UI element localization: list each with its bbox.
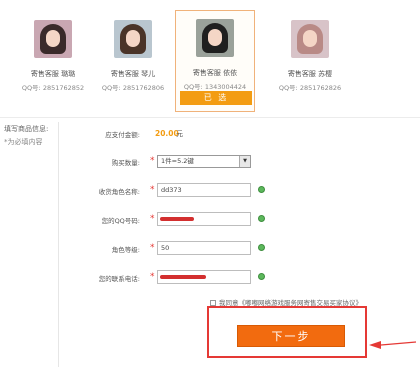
next-step-button[interactable]: 下一步 (237, 325, 345, 347)
agent-name: 寄售客服 璐璐 (30, 70, 76, 78)
valid-check-icon (258, 186, 265, 193)
required-note: *为必填内容 (4, 138, 43, 146)
required-mark: * (150, 156, 155, 166)
level-label: 角色等级: (111, 246, 140, 254)
agent-qq: QQ号: 2851762852 (21, 84, 85, 92)
agent-avatar (34, 20, 72, 58)
agent-card-suying[interactable]: 寄售客服 苏樱 QQ号: 2851762826 (270, 14, 350, 110)
sidebar-divider (58, 122, 59, 367)
level-input[interactable]: 50 (157, 241, 251, 255)
valid-check-icon (258, 273, 265, 280)
qq-label: 您的QQ号码: (101, 217, 140, 225)
amount-label: 应支付金额: (105, 131, 140, 139)
quantity-value: 1件=5.2键 (161, 157, 194, 165)
arrow-left-icon (369, 341, 417, 349)
required-mark: * (150, 243, 155, 253)
agent-avatar (196, 19, 234, 57)
agent-qq: QQ号: 2851762806 (101, 84, 165, 92)
section-divider (0, 117, 420, 118)
quantity-label: 购买数量: (111, 159, 140, 167)
agent-avatar (291, 20, 329, 58)
agent-name: 寄售客服 依依 (192, 69, 238, 77)
redaction-mark (160, 275, 206, 279)
agent-card-qiner[interactable]: 寄售客服 琴儿 QQ号: 2851762806 (93, 14, 173, 110)
amount-unit: 元 (176, 130, 183, 138)
agent-name: 寄售客服 琴儿 (110, 70, 156, 78)
role-name-label: 收货角色名称: (98, 188, 140, 196)
agent-avatar (114, 20, 152, 58)
valid-check-icon (258, 215, 265, 222)
agent-qq: QQ号: 2851762826 (278, 84, 342, 92)
redaction-mark (160, 217, 194, 221)
agent-card-yiyi[interactable]: 寄售客服 依依 QQ号: 1343004424 已 选 (175, 10, 255, 112)
required-mark: * (150, 272, 155, 282)
dropdown-arrow-icon[interactable]: ▼ (239, 156, 250, 167)
agent-card-lulu[interactable]: 寄售客服 璐璐 QQ号: 2851762852 (13, 14, 93, 110)
sidebar-title: 填写商品信息: (4, 125, 49, 133)
required-mark: * (150, 185, 155, 195)
selected-agent-button[interactable]: 已 选 (180, 91, 252, 105)
valid-check-icon (258, 244, 265, 251)
role-name-input[interactable]: dd373 (157, 183, 251, 197)
agent-qq: QQ号: 1343004424 (183, 83, 247, 91)
quantity-select[interactable]: 1件=5.2键 ▼ (157, 155, 251, 168)
agent-name: 寄售客服 苏樱 (287, 70, 333, 78)
agent-selection: 寄售客服 璐璐 QQ号: 2851762852 寄售客服 琴儿 QQ号: 285… (0, 0, 420, 112)
phone-label: 您的联系电话: (98, 275, 140, 283)
required-mark: * (150, 214, 155, 224)
